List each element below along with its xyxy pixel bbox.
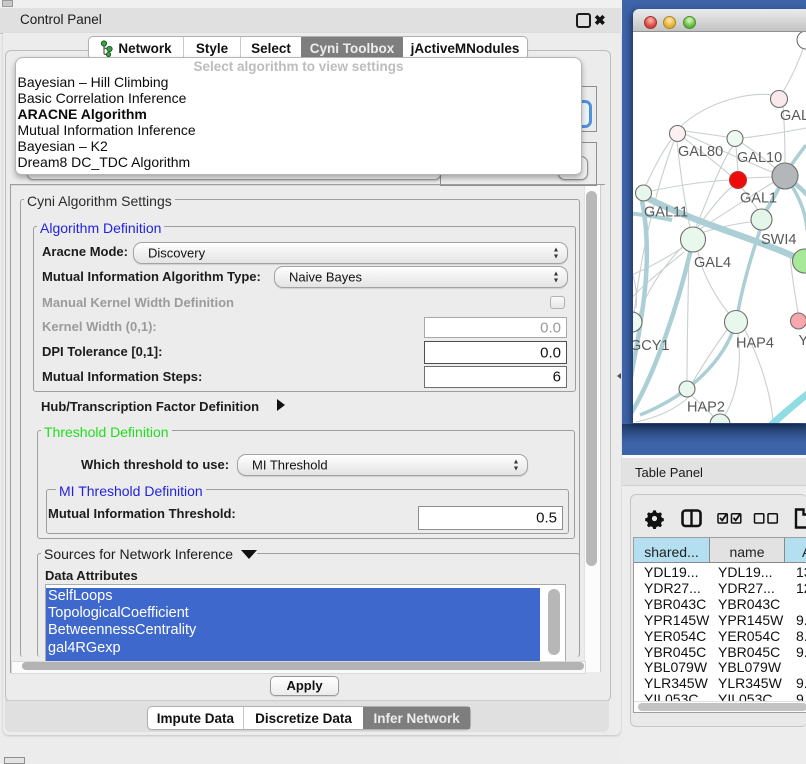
svg-text:GAL80: GAL80 — [678, 144, 723, 160]
svg-text:GAL4: GAL4 — [694, 255, 731, 271]
svg-text:GAL1: GAL1 — [740, 191, 777, 207]
svg-text:GCY1: GCY1 — [633, 338, 670, 354]
svg-text:GAL10: GAL10 — [737, 150, 782, 166]
svg-text:HAP4: HAP4 — [736, 336, 774, 352]
svg-text:YM: YM — [799, 333, 806, 349]
svg-text:SWI4: SWI4 — [761, 232, 796, 248]
svg-text:HAP2: HAP2 — [687, 400, 725, 416]
svg-text:GAL11: GAL11 — [644, 205, 688, 221]
svg-text:GAL7: GAL7 — [780, 108, 806, 124]
